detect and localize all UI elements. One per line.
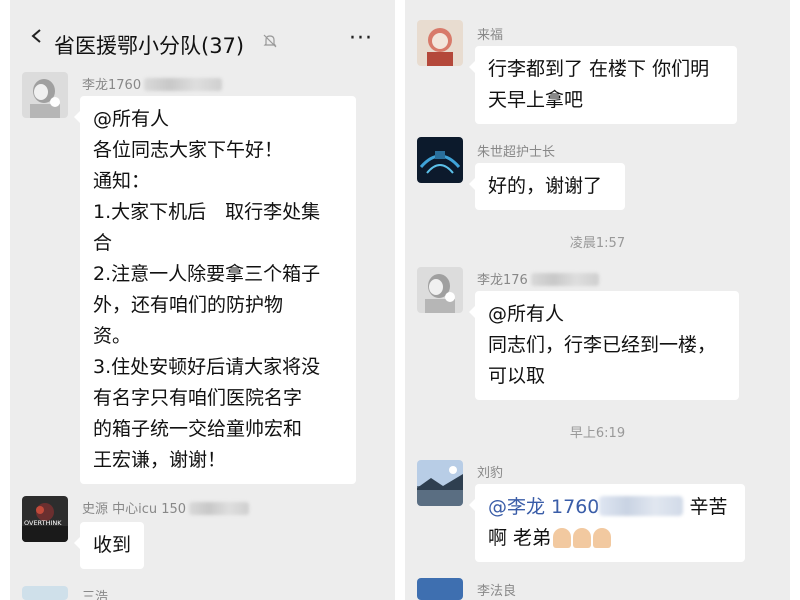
sender-name: 刘豹 xyxy=(477,466,504,481)
avatar[interactable] xyxy=(417,460,463,506)
avatar[interactable] xyxy=(417,267,463,313)
message-line: 收到 xyxy=(93,534,132,556)
message-line: 外，还有咱们的防护物 xyxy=(93,294,284,316)
bell-off-icon xyxy=(263,34,277,48)
avatar[interactable]: OVERTHINK xyxy=(22,496,68,542)
sender-name: 史源 中心icu 150 xyxy=(82,502,187,517)
message-line: 各位同志大家下午好！ xyxy=(93,139,284,161)
sender-name: 朱世超护士长 xyxy=(477,145,556,160)
timestamp: 早上6:19 xyxy=(569,426,626,441)
mention-link[interactable]: @李龙 xyxy=(488,496,551,518)
message-line: @所有人 xyxy=(93,108,170,130)
message-bubble[interactable]: @李龙 1760 辛苦 啊 老弟 xyxy=(469,484,745,562)
redacted-text xyxy=(189,502,250,515)
sender-name: 三浩 xyxy=(82,590,109,600)
sender-name: 来福 xyxy=(477,28,504,43)
message-line: 的箱子统一交给童帅宏和 xyxy=(93,418,303,440)
folded-hands-icon xyxy=(553,528,572,548)
message-line: 3.住处安顿好后请大家将没 xyxy=(93,356,321,378)
message-line: 可以取 xyxy=(488,365,546,387)
message-bubble[interactable]: 行李都到了 在楼下 你们明 天早上拿吧 xyxy=(469,46,737,124)
message-line: 2.注意一人除要拿三个箱子 xyxy=(93,263,321,285)
message-text: 辛苦 xyxy=(683,496,728,518)
message-line: 行李都到了 在楼下 你们明 xyxy=(488,58,710,80)
avatar[interactable] xyxy=(417,137,463,183)
chat-header: 省医援鄂小分队(37) ··· xyxy=(10,0,395,58)
redacted-text xyxy=(144,78,223,91)
chevron-left-icon[interactable] xyxy=(30,29,44,43)
folded-hands-icon xyxy=(593,528,612,548)
message-bubble[interactable]: @所有人 同志们，行李已经到一楼， 可以取 xyxy=(469,291,739,400)
message-text: 啊 老弟 xyxy=(488,527,552,549)
avatar[interactable] xyxy=(22,586,68,600)
mention-number[interactable]: 1760 xyxy=(551,496,599,518)
message-line: 合 xyxy=(93,232,113,254)
folded-hands-icon xyxy=(573,528,592,548)
timestamp: 凌晨1:57 xyxy=(569,236,626,251)
sender-name: 李法良 xyxy=(477,584,517,599)
message-line: 好的，谢谢了 xyxy=(488,175,603,197)
avatar[interactable] xyxy=(417,578,463,600)
redacted-text xyxy=(599,496,684,516)
avatar[interactable] xyxy=(417,20,463,66)
message-line: @所有人 xyxy=(488,303,565,325)
chat-panel-left: 省医援鄂小分队(37) ··· 李龙1760 @所有人 各位同志大家下午好！ 通… xyxy=(10,0,395,600)
message-line: 同志们，行李已经到一楼， xyxy=(488,334,717,356)
ellipsis-icon[interactable]: ··· xyxy=(349,26,373,51)
redacted-text xyxy=(530,273,599,286)
message-line: 王宏谦，谢谢！ xyxy=(93,449,227,471)
message-line: 资。 xyxy=(93,325,132,347)
message-bubble[interactable]: 好的，谢谢了 xyxy=(469,163,625,210)
message-bubble[interactable]: @所有人 各位同志大家下午好！ 通知： 1.大家下机后 取行李处集 合 2.注意… xyxy=(74,96,356,484)
avatar-label: OVERTHINK xyxy=(24,519,62,527)
message-line: 通知： xyxy=(93,170,151,192)
message-line: 1.大家下机后 取行李处集 xyxy=(93,201,321,223)
avatar[interactable] xyxy=(22,72,68,118)
chat-title: 省医援鄂小分队(37) xyxy=(54,34,245,58)
chat-panel-right: 来福 行李都到了 在楼下 你们明 天早上拿吧 朱世超护士长 好的，谢谢了 凌晨1… xyxy=(405,0,790,600)
message-bubble[interactable]: 收到 xyxy=(74,522,144,569)
message-line: 天早上拿吧 xyxy=(488,89,584,111)
sender-name: 李龙176 xyxy=(477,273,528,288)
message-line: 有名字只有咱们医院名字 xyxy=(93,387,303,409)
sender-name: 李龙1760 xyxy=(82,78,142,93)
